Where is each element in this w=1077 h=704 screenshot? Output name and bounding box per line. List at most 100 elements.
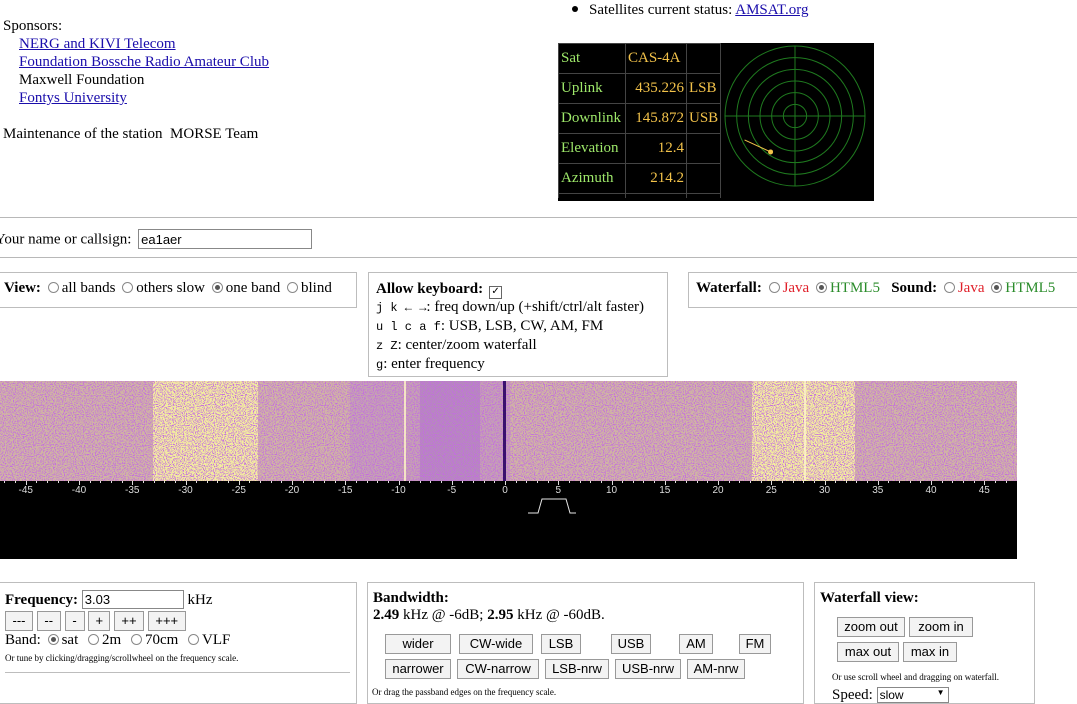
scale-minor-tick xyxy=(409,481,411,483)
table-row: Azimuth 214.2 xyxy=(558,163,722,194)
keyboard-keys: j k ← → xyxy=(376,301,427,315)
step-up-2-button[interactable]: ++ xyxy=(114,611,144,631)
scale-minor-tick xyxy=(196,481,198,483)
scale-minor-tick xyxy=(206,481,208,483)
maintenance-label: Maintenance of the station xyxy=(3,126,163,142)
downlink-value: 145.872 xyxy=(625,103,687,134)
scale-minor-tick xyxy=(867,481,869,483)
band-70cm-label: 70cm xyxy=(144,632,179,648)
scale-tick-label: -25 xyxy=(231,485,246,496)
sponsor-link-fontys[interactable]: Fontys University xyxy=(3,89,269,107)
scale-minor-tick xyxy=(419,481,421,483)
keyboard-desc: : USB, LSB, CW, AM, FM xyxy=(440,318,604,334)
sound-label: Sound: xyxy=(891,280,938,296)
sponsor-link-bossche[interactable]: Foundation Bossche Radio Amateur Club xyxy=(3,53,269,71)
frequency-input[interactable] xyxy=(81,590,184,609)
sound-html5-radio[interactable] xyxy=(991,282,1003,293)
view-blind-radio[interactable] xyxy=(287,282,299,293)
sat-label: Sat xyxy=(558,43,626,74)
cw-wide-button[interactable]: CW-wide xyxy=(459,634,533,654)
band-2m-radio[interactable] xyxy=(88,634,100,645)
scale-minor-tick xyxy=(249,481,251,483)
scale-minor-tick xyxy=(377,481,379,483)
callsign-input[interactable] xyxy=(138,229,313,249)
band-vlf-radio[interactable] xyxy=(188,634,200,645)
sound-java-label: Java xyxy=(957,280,985,296)
frequency-scale[interactable]: -45 -40 -35 -30 -25 -20 -15 -10 -5 0 5 10 15 20 25 30 35… xyxy=(0,481,1017,559)
step-down-3-button[interactable]: --- xyxy=(5,611,33,631)
sound-java-radio[interactable] xyxy=(943,282,955,293)
scale-minor-tick xyxy=(899,481,901,483)
cw-narrow-button[interactable]: CW-narrow xyxy=(457,659,539,679)
waterfall-java-label: Java xyxy=(782,280,810,296)
scale-tick-label: -5 xyxy=(447,485,457,496)
zoom-in-button[interactable]: zoom in xyxy=(909,617,973,637)
scale-tick-label: 15 xyxy=(659,485,671,496)
view-label: View: xyxy=(4,280,41,296)
keyboard-help-line: z Z: center/zoom waterfall xyxy=(376,336,644,355)
zoom-out-button[interactable]: zoom out xyxy=(837,617,905,637)
view-one-band-radio[interactable] xyxy=(211,282,223,293)
waterfall-java-radio[interactable] xyxy=(768,282,780,293)
scale-minor-tick xyxy=(281,481,283,483)
scale-minor-tick xyxy=(739,481,741,483)
waterfall-label: Waterfall: xyxy=(696,280,762,296)
view-others-slow-radio[interactable] xyxy=(122,282,134,293)
divider xyxy=(0,217,1077,218)
frequency-label: Frequency: xyxy=(5,592,79,608)
waterfall-view-title: Waterfall view: xyxy=(820,590,919,606)
bandwidth-panel: Bandwidth: 2.49 kHz @ -6dB; 2.95 kHz @ -… xyxy=(367,582,804,704)
frequency-panel: Frequency: kHz --- -- - + ++ +++ Band: s… xyxy=(0,582,357,704)
scale-minor-tick xyxy=(142,481,144,483)
usb-narrow-button[interactable]: USB-nrw xyxy=(615,659,681,679)
lsb-button[interactable]: LSB xyxy=(541,634,581,654)
scale-minor-tick xyxy=(526,481,528,483)
scale-minor-tick xyxy=(174,481,176,483)
keyboard-desc: : enter frequency xyxy=(383,356,485,372)
uplink-label: Uplink xyxy=(558,73,626,104)
scale-minor-tick xyxy=(675,481,677,483)
lsb-narrow-button[interactable]: LSB-nrw xyxy=(545,659,609,679)
bandwidth-60db-text: kHz @ -60dB. xyxy=(513,607,605,623)
waterfall-display[interactable] xyxy=(0,381,1017,481)
usb-button[interactable]: USB xyxy=(611,634,651,654)
scale-minor-tick xyxy=(792,481,794,483)
sponsor-maxwell: Maxwell Foundation xyxy=(19,72,145,88)
fm-button[interactable]: FM xyxy=(739,634,771,654)
elevation-value: 12.4 xyxy=(625,133,687,164)
satellite-position-marker xyxy=(768,149,774,155)
scale-minor-tick xyxy=(909,481,911,483)
step-up-3-button[interactable]: +++ xyxy=(147,611,186,631)
speed-select[interactable]: slow ▼ xyxy=(876,687,949,703)
scale-minor-tick xyxy=(515,481,517,483)
band-sat-radio[interactable] xyxy=(47,634,59,645)
scale-minor-tick xyxy=(4,481,6,483)
max-out-button[interactable]: max out xyxy=(837,642,899,662)
waterfall-view-note: Or use scroll wheel and dragging on wate… xyxy=(832,672,999,682)
scale-minor-tick xyxy=(803,481,805,483)
max-in-button[interactable]: max in xyxy=(903,642,957,662)
band-70cm-radio[interactable] xyxy=(130,634,142,645)
keyboard-panel: Allow keyboard: ✓ j k ← →: freq down/up (… xyxy=(368,272,668,377)
scale-minor-tick xyxy=(568,481,570,483)
passband-indicator[interactable] xyxy=(528,497,578,517)
allow-keyboard-checkbox[interactable]: ✓ xyxy=(489,286,503,299)
scale-minor-tick xyxy=(430,481,432,483)
wider-button[interactable]: wider xyxy=(385,634,451,654)
step-down-2-button[interactable]: -- xyxy=(36,611,61,631)
waterfall-view-panel: Waterfall view: zoom out zoom in max out m… xyxy=(814,582,1035,704)
amsat-link[interactable]: AMSAT.org xyxy=(735,2,808,18)
scale-minor-tick xyxy=(323,481,325,483)
scale-minor-tick xyxy=(835,481,837,483)
step-down-1-button[interactable]: - xyxy=(64,611,85,631)
keyboard-keys: u l c a f xyxy=(376,320,441,334)
am-button[interactable]: AM xyxy=(679,634,713,654)
waterfall-html5-radio[interactable] xyxy=(815,282,827,293)
step-up-1-button[interactable]: + xyxy=(88,611,111,631)
sponsor-link-nerg[interactable]: NERG and KIVI Telecom xyxy=(3,35,269,53)
bullet-icon xyxy=(572,5,578,12)
scale-minor-tick xyxy=(387,481,389,483)
view-all-bands-radio[interactable] xyxy=(47,282,59,293)
am-narrow-button[interactable]: AM-nrw xyxy=(687,659,745,679)
narrower-button[interactable]: narrower xyxy=(385,659,451,679)
